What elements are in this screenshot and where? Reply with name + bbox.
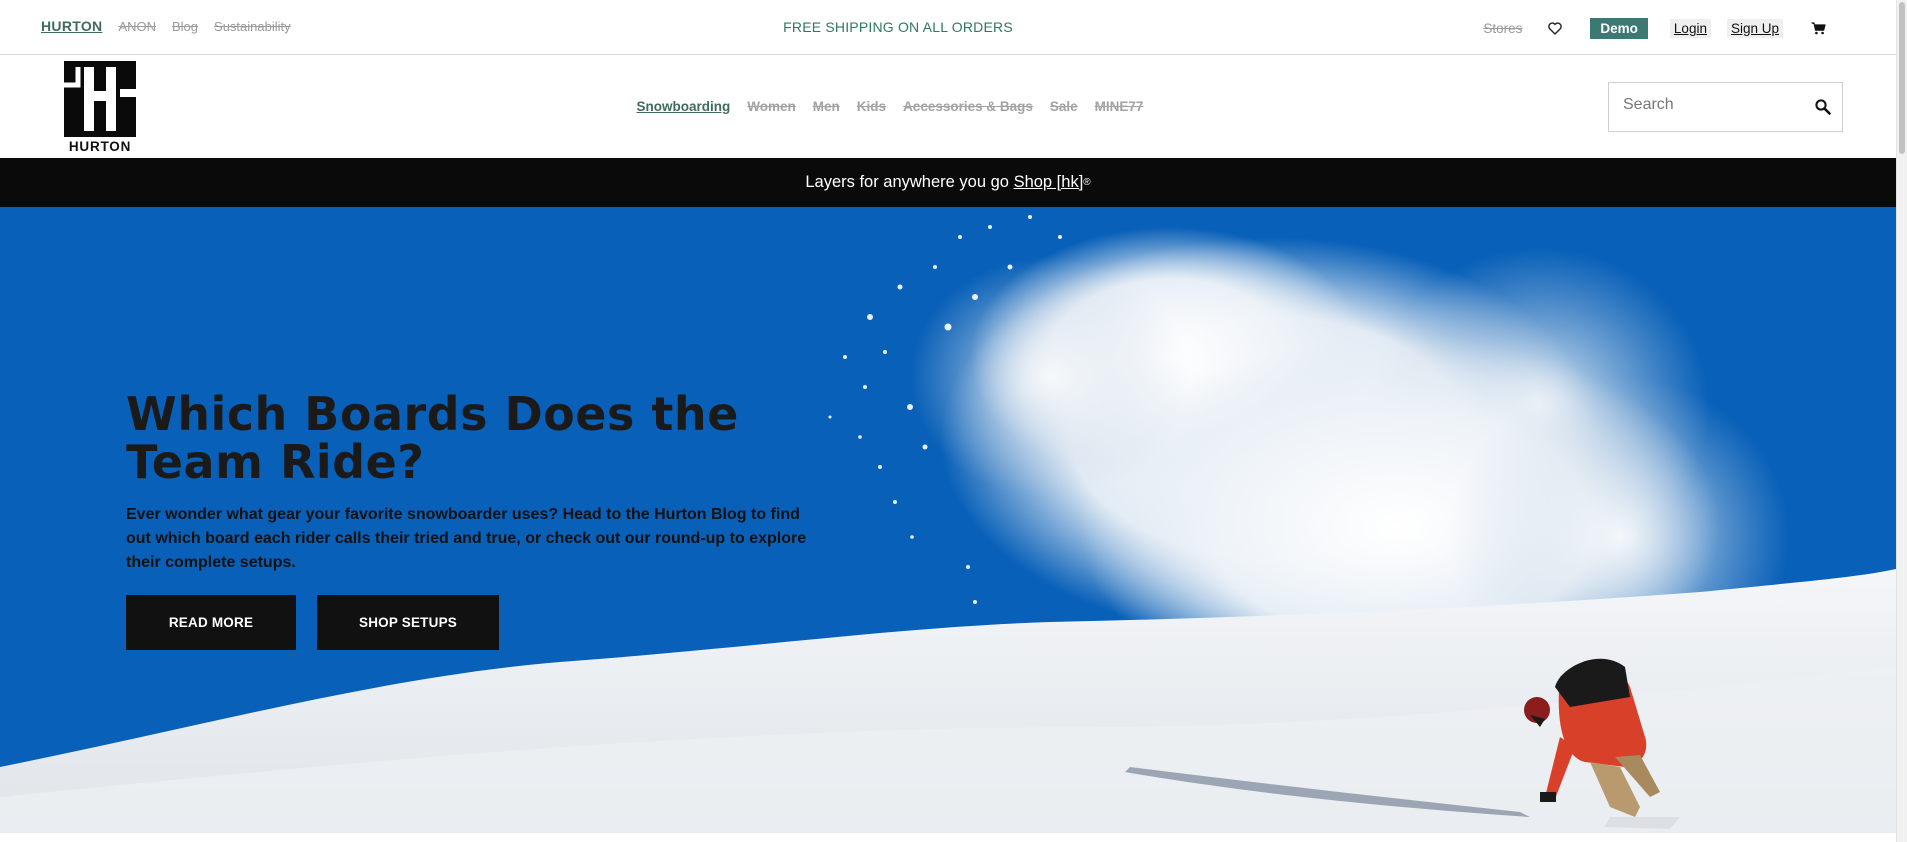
hero-title: Which Boards Does the Team Ride? [126, 387, 739, 489]
announcement-bar: Layers for anywhere you go Shop [hk]® [0, 158, 1896, 207]
announcement-text: Layers for anywhere you go [805, 173, 1009, 191]
nav-men[interactable]: Men [813, 99, 840, 114]
hero-description: Ever wonder what gear your favorite snow… [126, 506, 807, 571]
login-button[interactable]: Login [1669, 18, 1711, 38]
shop-setups-button[interactable]: SHOP SETUPS [317, 595, 499, 650]
logo-wordmark: HURTON [68, 139, 132, 154]
nav-women[interactable]: Women [747, 99, 796, 114]
scrollbar-thumb[interactable] [1899, 2, 1905, 154]
signup-button[interactable]: Sign Up [1726, 18, 1783, 38]
account-links: Stores Demo Login Sign Up [1483, 17, 1829, 39]
read-more-button[interactable]: READ MORE [126, 595, 296, 650]
demo-button[interactable]: Demo [1590, 17, 1648, 39]
main-header: HURTON Snowboarding Women Men Kids Acces… [0, 56, 1896, 158]
page-scrollbar[interactable] [1896, 0, 1907, 842]
cart-icon[interactable] [1807, 17, 1829, 39]
main-nav: Snowboarding Women Men Kids Accessories … [0, 99, 1780, 114]
stores-link[interactable]: Stores [1483, 21, 1522, 36]
hero-buttons: READ MORE SHOP SETUPS [126, 595, 499, 650]
nav-mine77[interactable]: MINE77 [1095, 99, 1144, 114]
heart-icon[interactable] [1544, 17, 1566, 39]
page-bottom-edge [0, 833, 1896, 842]
search-box [1608, 82, 1843, 132]
hero-banner: Which Boards Does the Team Ride? Ever wo… [0, 207, 1896, 833]
nav-accessories-bags[interactable]: Accessories & Bags [903, 99, 1033, 114]
utility-bar: HURTON ANON Blog Sustainability FREE SHI… [0, 0, 1896, 55]
search-input[interactable] [1623, 96, 1803, 114]
nav-kids[interactable]: Kids [857, 99, 886, 114]
nav-snowboarding[interactable]: Snowboarding [637, 99, 731, 114]
search-icon[interactable] [1814, 98, 1832, 116]
registered-mark: ® [1083, 177, 1091, 189]
announcement-shop-link[interactable]: Shop [hk] [1014, 173, 1084, 191]
nav-sale[interactable]: Sale [1050, 99, 1078, 114]
